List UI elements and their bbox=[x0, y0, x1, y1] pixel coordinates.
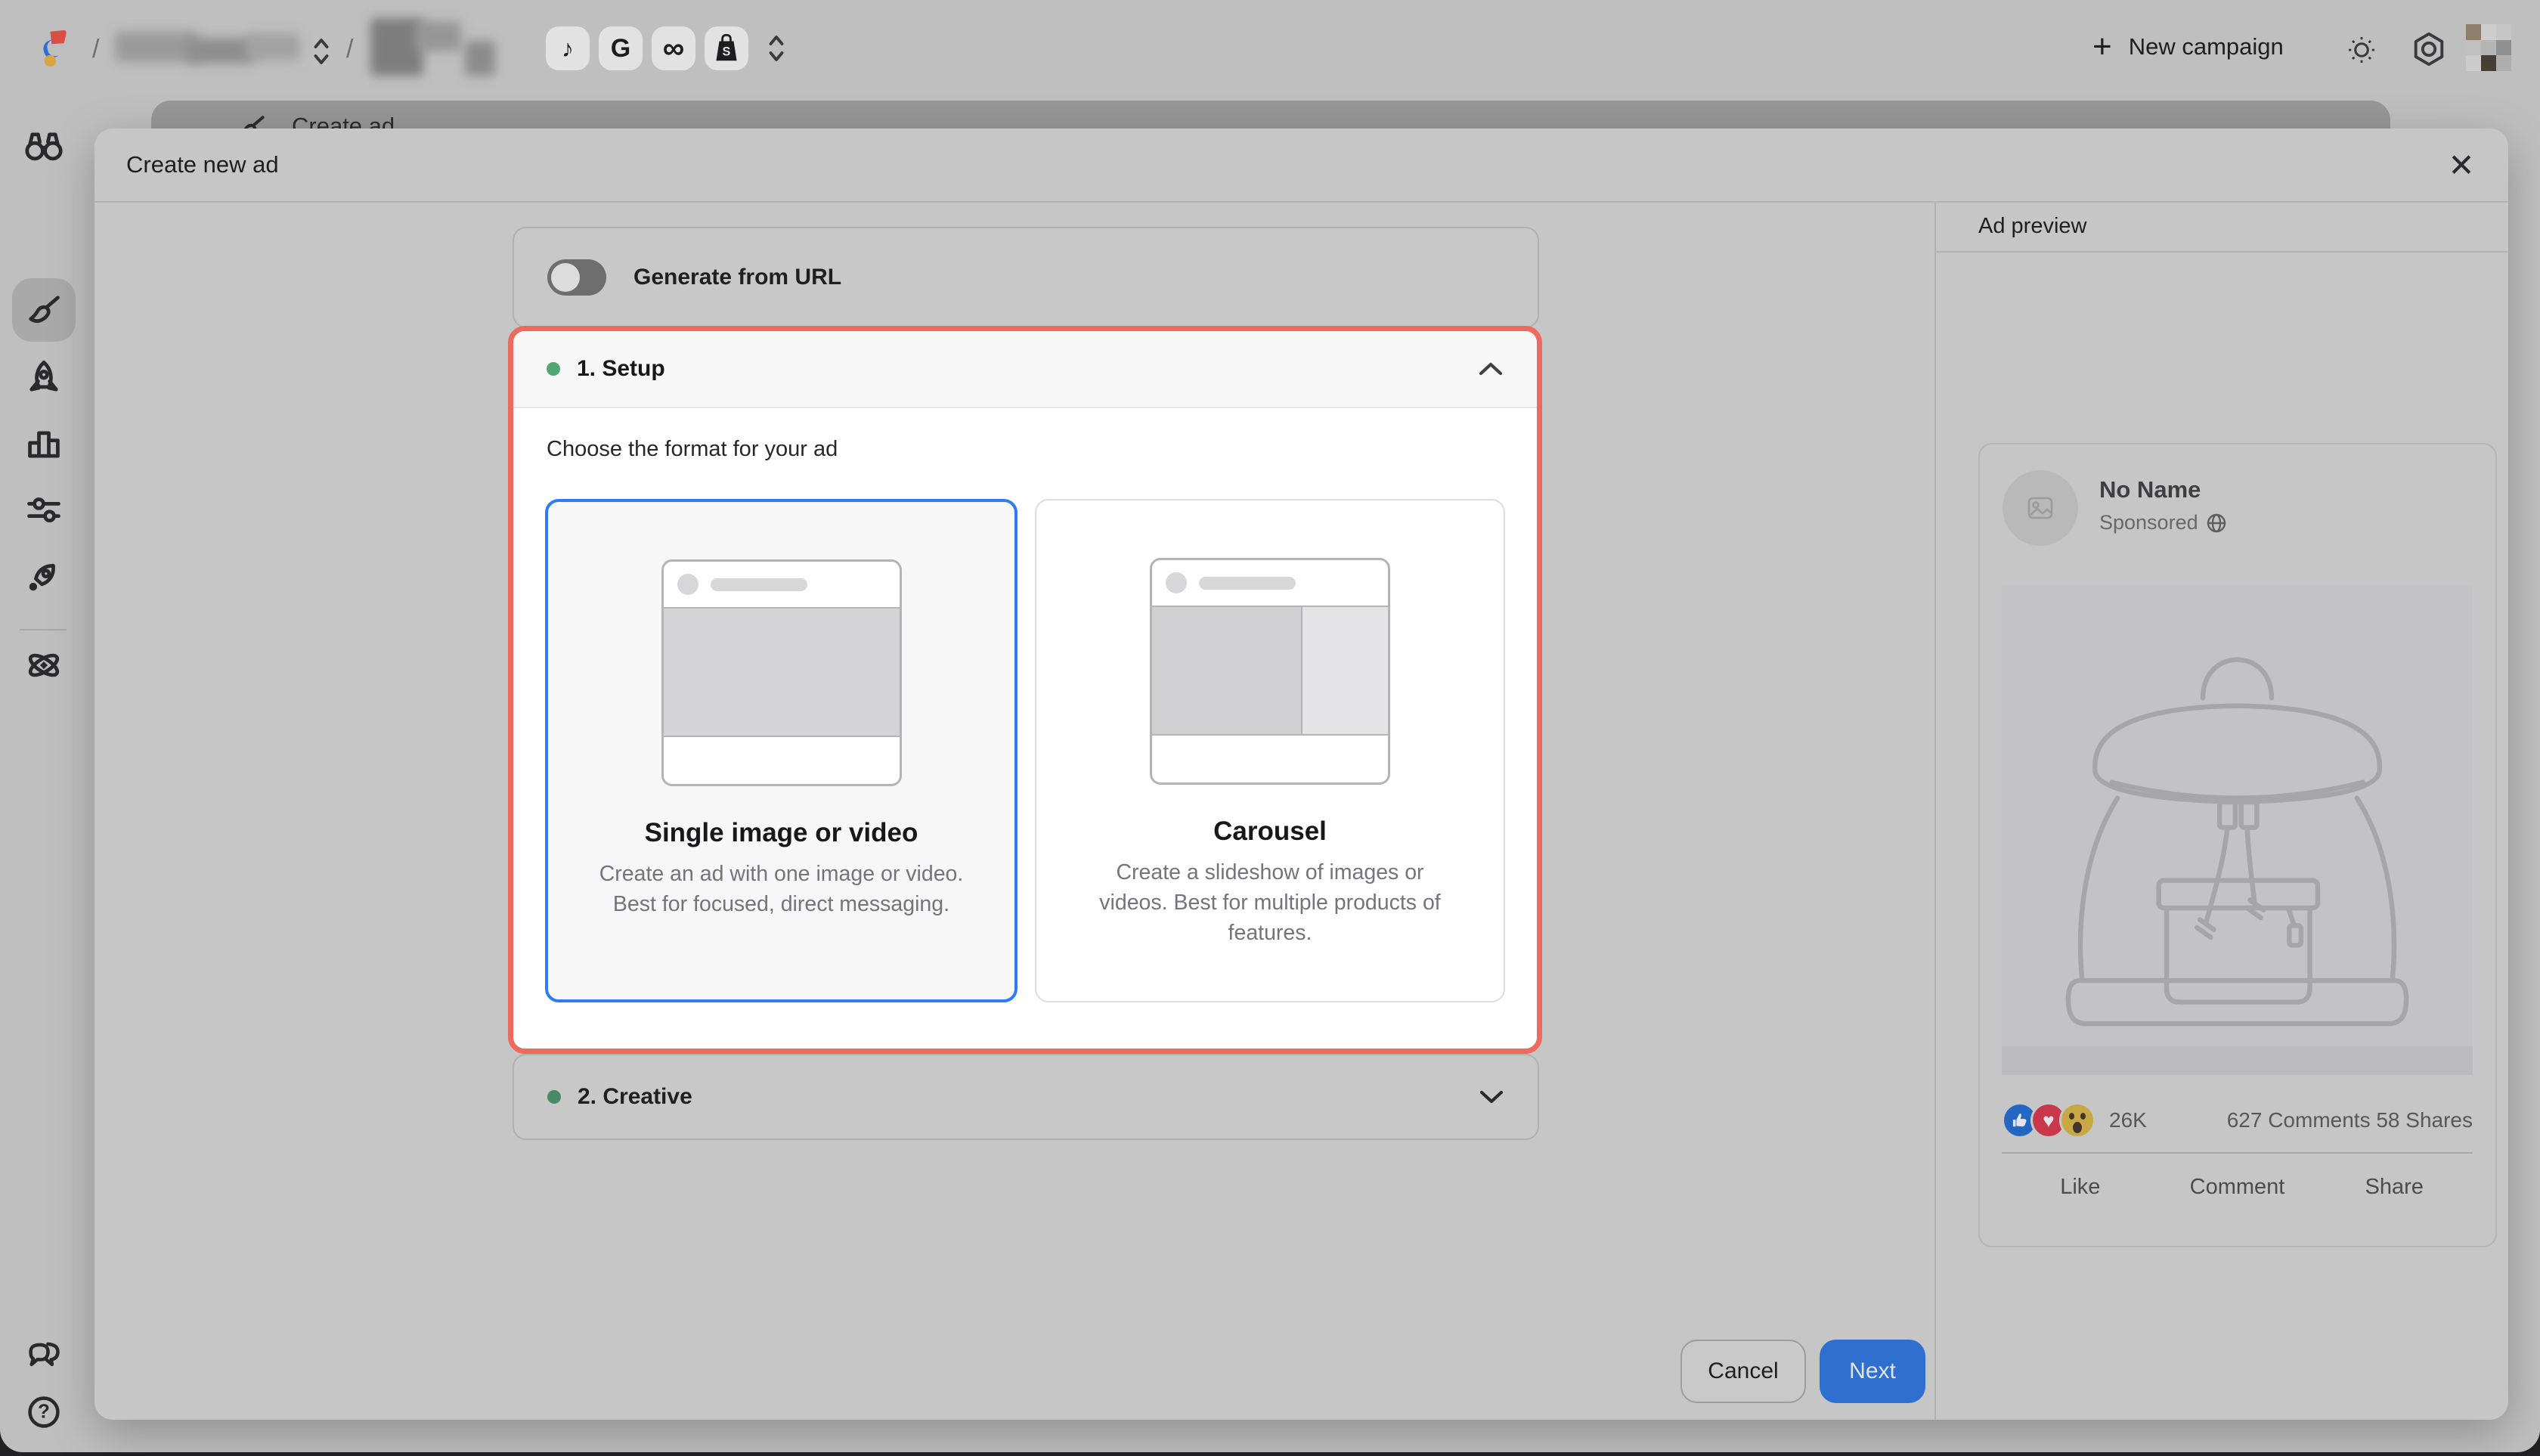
settings-gear-icon[interactable] bbox=[2410, 30, 2448, 68]
advertiser-avatar bbox=[2003, 470, 2078, 546]
format-prompt: Choose the format for your ad bbox=[547, 437, 838, 462]
setup-section-header[interactable]: 1. Setup bbox=[513, 331, 1537, 408]
single-format-illustration bbox=[661, 559, 902, 786]
tiktok-icon[interactable]: ♪ bbox=[546, 26, 590, 70]
breadcrumb-separator: / bbox=[92, 35, 99, 64]
ad-preview-title: Ad preview bbox=[1936, 201, 2508, 252]
ad-preview-card: No Name Sponsored bbox=[1978, 443, 2497, 1247]
sidebar-item-analytics[interactable] bbox=[24, 425, 64, 464]
modal-title: Create new ad bbox=[126, 151, 279, 178]
creative-section[interactable]: 2. Creative bbox=[513, 1054, 1539, 1140]
sidebar-item-launch[interactable] bbox=[24, 358, 64, 398]
globe-icon bbox=[2206, 513, 2227, 534]
sidebar-item-ai[interactable] bbox=[23, 645, 64, 686]
sidebar-nav: ? bbox=[0, 100, 88, 1452]
step-status-dot bbox=[547, 362, 560, 376]
breadcrumb-campaign[interactable] bbox=[370, 18, 522, 79]
workspace-selector-icon[interactable] bbox=[310, 36, 333, 67]
paintbrush-icon bbox=[24, 290, 64, 330]
screen: / / ♪ G ∞ bbox=[0, 0, 2540, 1456]
sidebar-item-help[interactable]: ? bbox=[24, 1392, 64, 1432]
chat-bubbles-icon bbox=[24, 1336, 64, 1375]
close-icon[interactable]: ✕ bbox=[2440, 144, 2483, 186]
new-campaign-button[interactable]: + New campaign bbox=[2092, 30, 2284, 64]
step-status-dot bbox=[547, 1090, 561, 1104]
carousel-format-illustration bbox=[1150, 558, 1390, 785]
generate-from-url-section: Generate from URL bbox=[513, 227, 1539, 328]
create-new-ad-modal: Create new ad ✕ Generate from URL 1. Set… bbox=[94, 129, 2508, 1420]
chevron-down-icon[interactable] bbox=[1479, 1089, 1504, 1105]
format-title: Carousel bbox=[1036, 816, 1504, 847]
chevron-up-icon[interactable] bbox=[1478, 361, 1504, 377]
format-description: Create a slideshow of images or videos. … bbox=[1080, 857, 1461, 948]
ad-preview-panel: Ad preview No Name Sponsored bbox=[1936, 201, 2508, 1420]
format-card-single-image[interactable]: Single image or video Create an ad with … bbox=[545, 499, 1018, 1002]
generate-from-url-toggle[interactable] bbox=[547, 259, 606, 296]
user-avatar[interactable] bbox=[2466, 24, 2511, 71]
bar-chart-icon bbox=[24, 425, 64, 464]
reactions-count: 26K bbox=[2109, 1108, 2147, 1132]
platform-selector-icon[interactable] bbox=[765, 33, 788, 64]
creative-step-label: 2. Creative bbox=[578, 1084, 692, 1110]
post-actions-row: Like Comment Share bbox=[2002, 1152, 2473, 1220]
setup-step-label: 1. Setup bbox=[577, 356, 665, 382]
format-description: Create an ad with one image or video. Be… bbox=[590, 859, 972, 919]
advertiser-name: No Name bbox=[2099, 476, 2227, 503]
app-logo-icon[interactable] bbox=[39, 30, 76, 68]
sidebar-item-settings[interactable] bbox=[24, 490, 64, 529]
backpack-illustration bbox=[2002, 585, 2473, 1046]
sidebar-item-chat[interactable] bbox=[24, 1336, 64, 1375]
atom-icon bbox=[23, 645, 64, 686]
generate-from-url-label: Generate from URL bbox=[633, 265, 841, 290]
ad-image-placeholder bbox=[2002, 585, 2473, 1075]
sidebar-divider bbox=[20, 629, 67, 630]
sidebar-item-discover[interactable] bbox=[24, 125, 64, 165]
comments-shares-count: 627 Comments 58 Shares bbox=[2227, 1108, 2473, 1132]
theme-toggle-sun-icon[interactable] bbox=[2345, 33, 2378, 67]
svg-text:S: S bbox=[723, 45, 731, 59]
binoculars-icon bbox=[24, 125, 64, 165]
google-icon[interactable]: G bbox=[599, 26, 643, 70]
breadcrumb-separator: / bbox=[346, 35, 353, 64]
sponsored-label: Sponsored bbox=[2099, 511, 2227, 534]
ad-image-caption-bar bbox=[2002, 1046, 2473, 1075]
toggle-knob bbox=[551, 263, 580, 292]
image-placeholder-icon bbox=[2027, 497, 2053, 519]
format-title: Single image or video bbox=[548, 818, 1014, 848]
sidebar-item-boost[interactable] bbox=[24, 556, 64, 596]
top-bar: / / ♪ G ∞ bbox=[0, 0, 2540, 100]
breadcrumb-workspace[interactable] bbox=[115, 29, 304, 67]
modal-header: Create new ad ✕ bbox=[94, 129, 2508, 203]
sidebar-item-create[interactable] bbox=[24, 290, 64, 330]
thumbs-up-icon bbox=[2012, 1112, 2028, 1129]
wow-reaction-icon bbox=[2059, 1102, 2096, 1138]
comment-action[interactable]: Comment bbox=[2159, 1154, 2316, 1220]
share-action[interactable]: Share bbox=[2315, 1154, 2473, 1220]
plus-icon: + bbox=[2092, 30, 2112, 64]
like-action[interactable]: Like bbox=[2002, 1154, 2159, 1220]
rocket-launch-icon bbox=[24, 556, 64, 596]
cancel-button[interactable]: Cancel bbox=[1680, 1340, 1806, 1403]
engagement-row: ♥ 26K 627 Comments 58 Shares bbox=[2002, 1089, 2473, 1152]
sliders-icon bbox=[24, 490, 64, 529]
rocket-icon bbox=[24, 358, 64, 398]
next-button[interactable]: Next bbox=[1820, 1340, 1925, 1403]
setup-section: 1. Setup Choose the format for your ad S… bbox=[508, 326, 1542, 1054]
format-card-carousel[interactable]: Carousel Create a slideshow of images or… bbox=[1035, 499, 1505, 1002]
shopify-icon[interactable]: S bbox=[705, 26, 748, 70]
meta-icon[interactable]: ∞ bbox=[652, 26, 695, 70]
